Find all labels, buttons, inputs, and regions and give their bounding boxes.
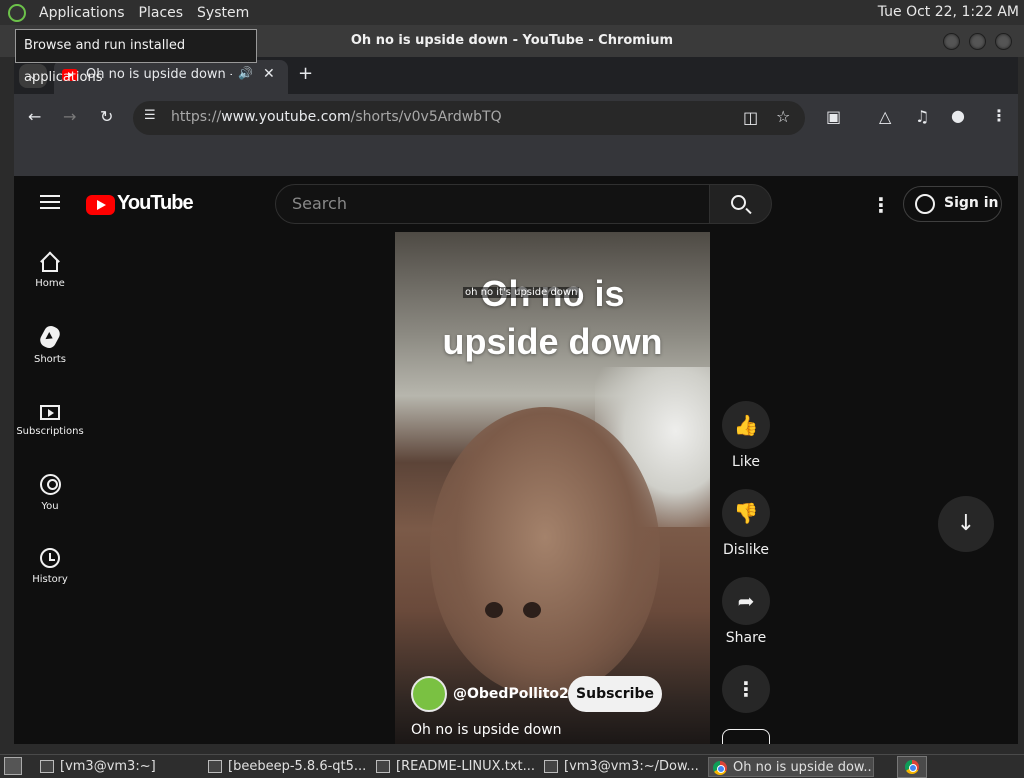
dislike-label: Dislike (723, 542, 769, 558)
taskbar-item[interactable]: [vm3@vm3:~/Dow... (540, 757, 702, 777)
subscriptions-icon (40, 405, 60, 420)
sidebar-item-home[interactable]: Home (14, 252, 86, 289)
forward-arrow-icon[interactable]: → (63, 107, 76, 126)
taskbar-item-label: [beebeep-5.8.6-qt5... (228, 759, 366, 774)
sign-in-label: Sign in (944, 195, 999, 211)
video-overlay-text-line2: upside down (442, 321, 663, 362)
video-caption: oh no it's upside down (463, 287, 580, 298)
more-vert-icon: ⋮ (736, 677, 756, 701)
media-controls-icon[interactable]: ♫ (915, 107, 929, 126)
url-path: /shorts/v0v5ArdwbTQ (350, 109, 502, 125)
extensions-puzzle-icon[interactable]: ▣ (826, 107, 841, 126)
new-tab-plus-icon[interactable]: + (298, 63, 313, 84)
sidebar-item-label: You (41, 501, 59, 512)
tab-title: Oh no is upside down - YouTube (86, 67, 232, 82)
speaker-icon[interactable]: 🔊 (238, 66, 253, 80)
terminal-icon (544, 760, 558, 773)
minimize-button[interactable] (943, 33, 960, 50)
reload-icon[interactable]: ↻ (100, 107, 113, 126)
hamburger-menu-icon[interactable] (40, 195, 60, 209)
close-window-button[interactable] (995, 33, 1012, 50)
shorts-icon (37, 323, 63, 351)
close-tab-icon[interactable]: ✕ (263, 66, 275, 82)
url-prefix: https:// (171, 109, 222, 125)
more-options-icon[interactable]: ⋮ (871, 193, 891, 217)
taskbar-item[interactable]: [vm3@vm3:~] (36, 757, 196, 777)
browser-menu-icon[interactable]: ⋮ (991, 106, 1007, 125)
taskbar-item[interactable]: [README-LINUX.txt... (372, 757, 534, 777)
text-editor-icon (376, 760, 390, 773)
taskbar-item-label: [vm3@vm3:~/Dow... (564, 759, 699, 774)
places-menu[interactable]: Places (132, 5, 191, 21)
taskbar-item-label: [README-LINUX.txt... (396, 759, 534, 774)
clock[interactable]: Tue Oct 22, 1:22 AM (878, 4, 1019, 20)
distro-logo-icon[interactable] (8, 3, 26, 22)
more-actions-button[interactable]: ⋮ (722, 665, 770, 713)
short-video-player[interactable]: Oh no is upside down oh no it's upside d… (395, 232, 710, 744)
history-icon (40, 548, 60, 568)
share-button[interactable]: ➦ (722, 577, 770, 625)
like-label: Like (732, 454, 760, 470)
top-panel: Applications Places System Tue Oct 22, 1… (0, 0, 1024, 25)
sidebar-item-history[interactable]: History (14, 548, 86, 585)
channel-avatar[interactable] (411, 676, 447, 712)
you-icon (39, 474, 61, 495)
short-description[interactable]: Oh no is upside down (411, 722, 562, 738)
sidebar-item-label: Subscriptions (16, 426, 84, 437)
applications-tooltip: Browse and run installed applications (15, 29, 257, 85)
remix-button[interactable] (722, 729, 770, 744)
show-desktop-icon[interactable] (4, 757, 22, 775)
folder-icon (208, 760, 222, 773)
share-label: Share (725, 630, 767, 646)
arrow-down-icon: ↓ (956, 511, 976, 536)
profile-icon[interactable]: ● (951, 106, 965, 125)
sidebar-item-you[interactable]: You (14, 474, 86, 512)
subscribe-button[interactable]: Subscribe (568, 676, 662, 712)
like-button[interactable]: 👍 (722, 401, 770, 449)
video-nostril (485, 602, 503, 618)
search-placeholder: Search (292, 194, 347, 213)
youtube-logo-icon[interactable] (86, 195, 115, 215)
terminal-icon (40, 760, 54, 773)
video-upside-down-face (430, 407, 660, 697)
account-icon (915, 194, 935, 214)
youtube-page: YouTube Search ⋮ Sign in Home Shorts Sub… (14, 176, 1018, 744)
taskbar-item-label: [vm3@vm3:~] (60, 759, 156, 774)
system-menu[interactable]: System (190, 5, 256, 21)
dislike-button[interactable]: 👎 (722, 489, 770, 537)
bookmark-star-icon[interactable]: ☆ (776, 107, 790, 126)
thumbs-up-icon: 👍 (733, 413, 759, 437)
sidebar-item-label: Home (35, 278, 65, 289)
chromium-icon (713, 761, 727, 775)
tray-chromium-button[interactable] (897, 756, 927, 778)
back-arrow-icon[interactable]: ← (28, 107, 41, 126)
home-icon (42, 260, 58, 272)
sidebar-item-label: Shorts (33, 354, 67, 365)
sidebar-item-subscriptions[interactable]: Subscriptions (14, 400, 86, 437)
sidebar-item-shorts[interactable]: Shorts (14, 323, 86, 365)
maximize-button[interactable] (969, 33, 986, 50)
labs-flask-icon[interactable]: △ (879, 107, 891, 126)
taskbar-item-label: Oh no is upside dow... (733, 760, 874, 775)
taskbar-item-active[interactable]: Oh no is upside dow... (708, 757, 874, 777)
bookmark-bar (14, 140, 1018, 176)
url-text[interactable]: https://www.youtube.com/shorts/v0v5Ardwb… (171, 109, 502, 125)
site-info-icon[interactable]: ☰ (144, 108, 156, 123)
install-app-icon[interactable]: ◫ (743, 108, 758, 127)
chromium-icon (905, 760, 919, 774)
youtube-logo-text[interactable]: YouTube (117, 192, 194, 215)
next-short-button[interactable]: ↓ (938, 496, 994, 552)
taskbar: [vm3@vm3:~] [beebeep-5.8.6-qt5... [READM… (0, 754, 1024, 778)
share-arrow-icon: ➦ (737, 589, 755, 613)
applications-menu[interactable]: Applications (32, 5, 132, 21)
taskbar-item[interactable]: [beebeep-5.8.6-qt5... (204, 757, 366, 777)
video-nostril (523, 602, 541, 618)
sidebar-item-label: History (32, 574, 68, 585)
thumbs-down-icon: 👎 (733, 501, 759, 525)
url-host: www.youtube.com (221, 109, 351, 125)
search-icon (731, 195, 746, 210)
